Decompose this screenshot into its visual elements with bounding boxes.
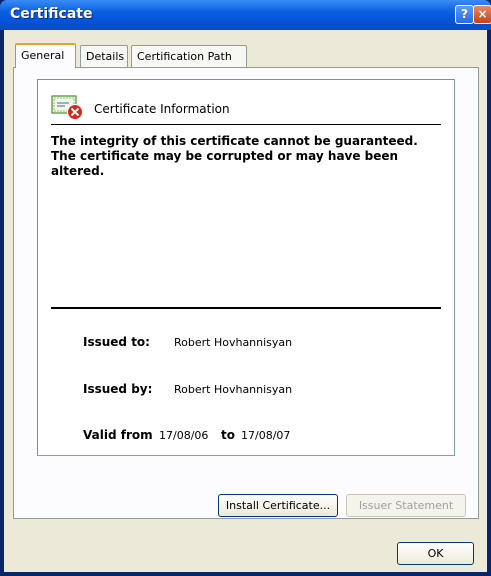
issuer-statement-button[interactable]: Issuer Statement: [346, 494, 466, 517]
integrity-warning: The integrity of this certificate cannot…: [51, 134, 418, 178]
tab-general[interactable]: General: [15, 43, 76, 68]
install-certificate-button[interactable]: Install Certificate...: [218, 494, 338, 517]
issued-to-value: Robert Hovhannisyan: [174, 336, 293, 349]
title-bar[interactable]: Certificate ? ×: [0, 0, 491, 30]
close-icon[interactable]: ×: [473, 5, 491, 24]
certificate-error-icon: [51, 95, 83, 120]
divider: [51, 307, 441, 309]
certificate-dialog: Certificate ? × General Details Certific…: [0, 0, 491, 576]
issued-by-value: Robert Hovhannisyan: [174, 383, 293, 396]
ok-button[interactable]: OK: [397, 542, 474, 565]
dialog-body: General Details Certification Path Certi…: [4, 30, 487, 572]
tab-general-label: General: [21, 49, 65, 62]
valid-to-label: to: [221, 428, 235, 442]
valid-to-value: 17/08/07: [241, 429, 291, 442]
divider: [51, 124, 441, 125]
valid-from-label: Valid from: [83, 428, 153, 442]
window-title: Certificate: [10, 6, 93, 22]
tab-details[interactable]: Details: [80, 45, 128, 67]
issued-by-label: Issued by:: [83, 382, 153, 396]
valid-from-value: 17/08/06: [159, 429, 209, 442]
help-icon[interactable]: ?: [455, 5, 474, 24]
tab-certification-path-label: Certification Path: [137, 50, 232, 63]
issued-to-label: Issued to:: [83, 335, 150, 349]
certificate-info-heading: Certificate Information: [94, 102, 230, 116]
tab-certification-path[interactable]: Certification Path: [131, 45, 247, 67]
tab-details-label: Details: [86, 50, 125, 63]
certificate-info-box: Certificate Information The integrity of…: [37, 79, 455, 456]
general-tab-panel: Certificate Information The integrity of…: [13, 67, 479, 519]
